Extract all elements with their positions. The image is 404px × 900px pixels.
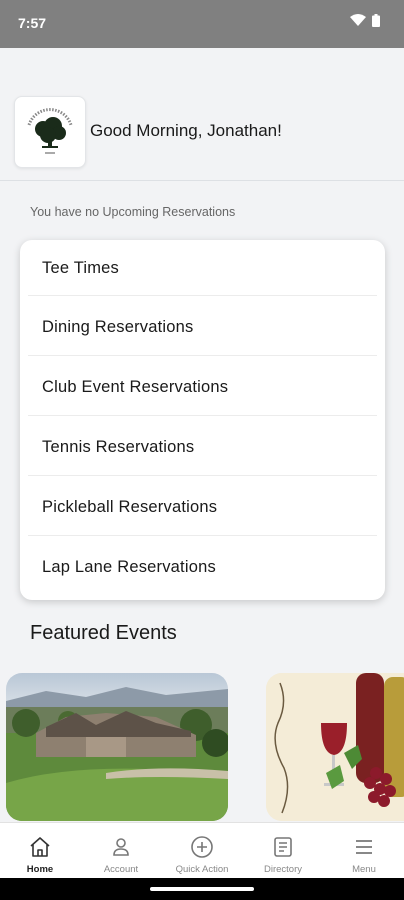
reservation-item-lap-lane[interactable]: Lap Lane Reservations bbox=[20, 539, 385, 598]
nav-directory[interactable]: Directory bbox=[243, 823, 323, 879]
greeting-text: Good Morning, Jonathan! bbox=[90, 121, 282, 140]
reservations-card: Tee Times Dining Reservations Club Event… bbox=[20, 240, 385, 600]
status-icons bbox=[350, 14, 380, 27]
reservation-item-club-event[interactable]: Club Event Reservations bbox=[20, 359, 385, 418]
club-logo bbox=[14, 96, 86, 168]
nav-label: Quick Action bbox=[175, 864, 229, 875]
nav-label: Menu bbox=[352, 864, 376, 875]
header: Good Morning, Jonathan! bbox=[0, 96, 404, 181]
divider bbox=[28, 415, 377, 416]
gesture-handle[interactable] bbox=[150, 887, 254, 891]
home-icon bbox=[30, 837, 50, 857]
reservation-item-label: Pickleball Reservations bbox=[42, 498, 218, 516]
nav-menu[interactable]: Menu bbox=[324, 823, 404, 879]
user-icon bbox=[113, 838, 129, 856]
reservation-item-dining[interactable]: Dining Reservations bbox=[20, 299, 385, 358]
battery-icon bbox=[372, 14, 380, 27]
reservation-item-label: Lap Lane Reservations bbox=[42, 558, 216, 576]
reservation-item-tennis[interactable]: Tennis Reservations bbox=[20, 419, 385, 478]
directory-icon bbox=[274, 837, 292, 857]
menu-icon bbox=[356, 840, 372, 854]
bottom-nav: Home Account Quick Action Directory Menu bbox=[0, 822, 404, 879]
divider bbox=[28, 535, 377, 536]
status-time: 7:57 bbox=[18, 15, 47, 31]
nav-label: Account bbox=[103, 864, 139, 875]
status-bar: 7:57 bbox=[0, 0, 404, 48]
no-reservations-message: You have no Upcoming Reservations bbox=[30, 205, 236, 219]
nav-label: Home bbox=[26, 864, 54, 875]
plus-circle-icon bbox=[191, 836, 213, 858]
reservation-item-label: Club Event Reservations bbox=[42, 378, 229, 396]
nav-account[interactable]: Account bbox=[81, 823, 161, 879]
reservation-item-label: Tee Times bbox=[42, 259, 119, 277]
featured-events-title: Featured Events bbox=[30, 622, 177, 644]
nav-home[interactable]: Home bbox=[0, 823, 80, 879]
divider bbox=[28, 475, 377, 476]
reservation-item-label: Dining Reservations bbox=[42, 318, 194, 336]
clubhouse-image bbox=[6, 673, 228, 821]
reservation-item-tee-times[interactable]: Tee Times bbox=[20, 240, 385, 299]
nav-quick-action[interactable]: Quick Action bbox=[162, 823, 242, 879]
wine-image bbox=[266, 673, 404, 821]
wifi-icon bbox=[350, 14, 366, 26]
divider bbox=[28, 355, 377, 356]
club-logo-icon bbox=[27, 108, 73, 154]
divider bbox=[28, 295, 377, 296]
featured-event-card-clubhouse[interactable] bbox=[6, 673, 228, 821]
nav-label: Directory bbox=[263, 864, 302, 875]
reservation-item-pickleball[interactable]: Pickleball Reservations bbox=[20, 479, 385, 538]
reservation-item-label: Tennis Reservations bbox=[42, 438, 195, 456]
featured-event-card-wine[interactable] bbox=[266, 673, 404, 821]
